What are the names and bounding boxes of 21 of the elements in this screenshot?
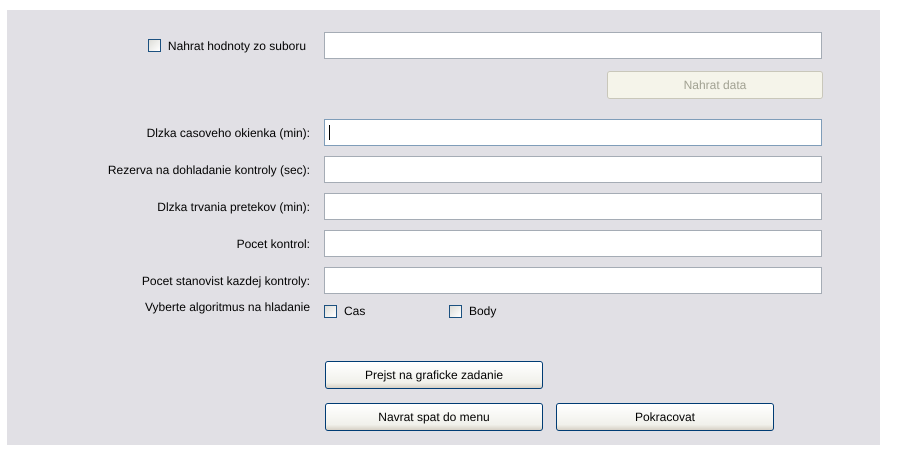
- field-label: Pocet kontrol:: [236, 236, 310, 250]
- field-label: Pocet stanovist kazdej kontroly:: [142, 274, 310, 288]
- input-field[interactable]: [324, 119, 822, 146]
- field-label: Dlzka trvania pretekov (min):: [157, 200, 310, 214]
- checkbox[interactable]: [449, 304, 462, 318]
- checkbox-label: Body: [469, 304, 496, 318]
- checkbox-label: Cas: [344, 304, 366, 318]
- input-field[interactable]: [324, 156, 822, 183]
- field-label: Vyberte algoritmus na hladanie: [145, 300, 310, 314]
- action-button[interactable]: Prejst na graficke zadanie: [325, 361, 543, 389]
- input-field[interactable]: [324, 230, 822, 257]
- field-label: Rezerva na dohladanie kontroly (sec):: [108, 162, 310, 176]
- input-field[interactable]: [324, 267, 822, 294]
- checkbox[interactable]: [324, 304, 337, 318]
- input-field[interactable]: [324, 193, 822, 220]
- checkbox-label: Nahrat hodnoty zo suboru: [168, 38, 306, 52]
- checkbox[interactable]: [148, 39, 161, 52]
- field-label: Dlzka casoveho okienka (min):: [146, 126, 310, 140]
- action-button[interactable]: Navrat spat do menu: [325, 403, 543, 431]
- file-path-field[interactable]: [324, 32, 822, 59]
- action-button[interactable]: Pokracovat: [556, 403, 774, 431]
